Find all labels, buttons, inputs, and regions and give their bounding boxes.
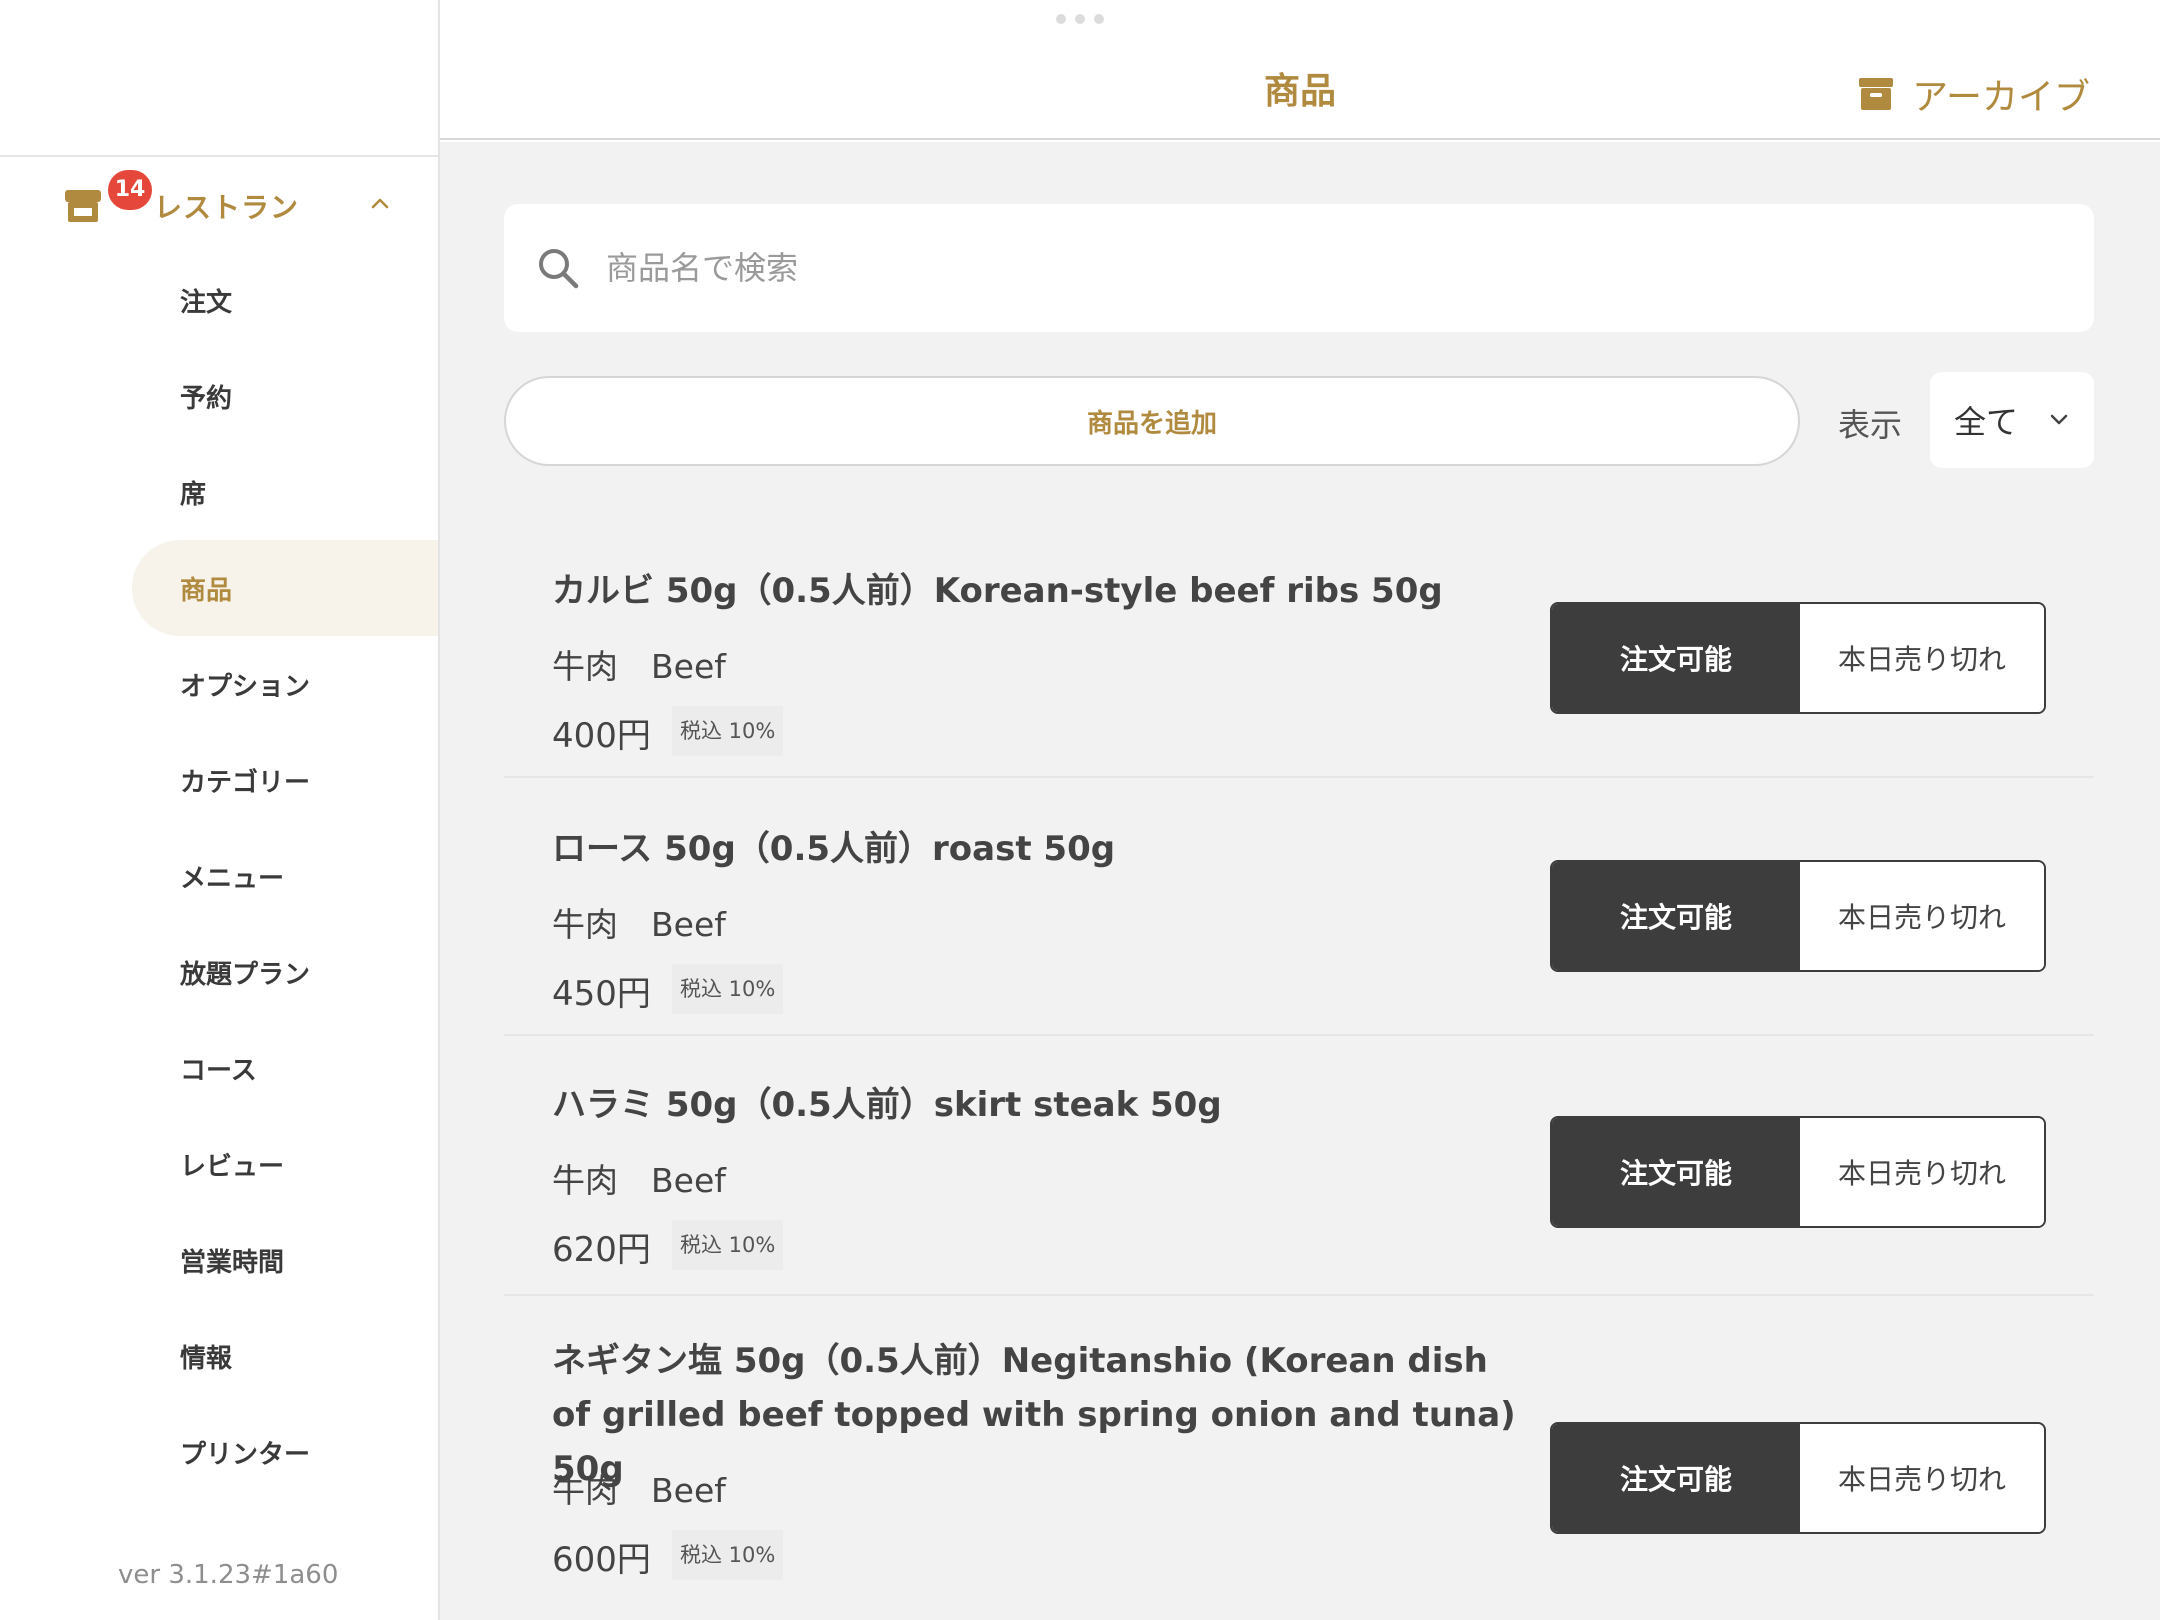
chevron-up-icon (371, 198, 389, 209)
product-row[interactable]: カルビ 50g（0.5人前）Korean-style beef ribs 50g… (504, 516, 2094, 778)
availability-toggle: 注文可能 本日売り切れ (1550, 860, 2046, 972)
search-input[interactable] (606, 249, 2006, 287)
available-button[interactable]: 注文可能 (1552, 604, 1800, 712)
sidebar-group-restaurant[interactable]: 14 レストラン (0, 160, 438, 246)
product-category: 牛肉 Beef (552, 1161, 726, 1200)
sidebar-item-label: 注文 (180, 287, 233, 318)
display-filter-select[interactable]: 全て (1930, 372, 2094, 468)
store-icon (65, 190, 101, 222)
sidebar-item-label: オプション (180, 671, 311, 702)
availability-toggle: 注文可能 本日売り切れ (1550, 602, 2046, 714)
filter-value: 全て (1954, 403, 2019, 441)
product-name: カルビ 50g（0.5人前）Korean-style beef ribs 50g (552, 571, 1443, 611)
product-price: 620円 (552, 1230, 651, 1270)
sidebar-item-label: メニュー (180, 863, 285, 894)
sidebar-item-all-you-can-plans[interactable]: 放題プラン (132, 924, 438, 1020)
sidebar-item-seats[interactable]: 席 (132, 444, 438, 540)
available-button[interactable]: 注文可能 (1552, 1118, 1800, 1226)
sold-out-today-button[interactable]: 本日売り切れ (1800, 862, 2044, 970)
sidebar-item-business-hours[interactable]: 営業時間 (132, 1212, 438, 1308)
chevron-down-icon (2050, 414, 2068, 425)
availability-toggle: 注文可能 本日売り切れ (1550, 1116, 2046, 1228)
product-category: 牛肉 Beef (552, 647, 726, 686)
product-name: ハラミ 50g（0.5人前）skirt steak 50g (552, 1085, 1222, 1125)
notification-badge: 14 (108, 170, 152, 210)
sidebar-item-reservations[interactable]: 予約 (132, 348, 438, 444)
sidebar-divider (0, 155, 438, 157)
add-product-button[interactable]: 商品を追加 (504, 376, 1800, 466)
availability-toggle: 注文可能 本日売り切れ (1550, 1422, 2046, 1534)
available-button[interactable]: 注文可能 (1552, 862, 1800, 970)
sidebar-item-label: コース (180, 1055, 257, 1086)
product-price: 600円 (552, 1540, 651, 1580)
product-price: 400円 (552, 716, 651, 756)
product-category: 牛肉 Beef (552, 905, 726, 944)
tax-badge: 税込 10% (672, 706, 784, 756)
sidebar-item-label: カテゴリー (180, 767, 311, 798)
product-row[interactable]: ハラミ 50g（0.5人前）skirt steak 50g 牛肉 Beef 62… (504, 1036, 2094, 1296)
tax-badge: 税込 10% (672, 964, 784, 1014)
product-price: 450円 (552, 974, 651, 1014)
sidebar-item-courses[interactable]: コース (132, 1020, 438, 1116)
main-content: 商品を追加 表示 全て カルビ 50g（0.5人前）Korean-style b… (440, 142, 2160, 1620)
sidebar-item-label: 情報 (180, 1343, 233, 1374)
sidebar-item-label: 予約 (180, 383, 233, 414)
sidebar-item-label: 営業時間 (180, 1247, 285, 1278)
sidebar-group-label: レストラン (154, 191, 300, 224)
sidebar-item-orders[interactable]: 注文 (132, 252, 438, 348)
add-product-label: 商品を追加 (1086, 408, 1217, 439)
sidebar-item-info[interactable]: 情報 (132, 1308, 438, 1404)
sidebar-item-reviews[interactable]: レビュー (132, 1116, 438, 1212)
drag-handle-icon[interactable] (1056, 14, 1104, 26)
sidebar: 14 レストラン 注文 予約 席 商品 オプション カテゴリー メニュー 放題プ… (0, 0, 440, 1620)
sold-out-today-button[interactable]: 本日売り切れ (1800, 1424, 2044, 1532)
product-category: 牛肉 Beef (552, 1471, 726, 1510)
tax-badge: 税込 10% (672, 1220, 784, 1270)
sidebar-item-options[interactable]: オプション (132, 636, 438, 732)
product-row[interactable]: ロース 50g（0.5人前）roast 50g 牛肉 Beef 450円 税込 … (504, 778, 2094, 1036)
sidebar-item-menus[interactable]: メニュー (132, 828, 438, 924)
sidebar-item-label: 席 (180, 479, 207, 510)
sidebar-item-label: プリンター (180, 1439, 311, 1470)
top-bar: 商品 アーカイブ (440, 0, 2160, 140)
tax-badge: 税込 10% (672, 1530, 784, 1580)
sold-out-today-button[interactable]: 本日売り切れ (1800, 1118, 2044, 1226)
app-version: ver 3.1.23#1a60 (118, 1560, 339, 1590)
archive-label: アーカイブ (1912, 77, 2090, 118)
sidebar-item-products[interactable]: 商品 (132, 540, 438, 636)
sold-out-today-button[interactable]: 本日売り切れ (1800, 604, 2044, 712)
sidebar-item-categories[interactable]: カテゴリー (132, 732, 438, 828)
search-icon (539, 249, 579, 289)
sidebar-item-label: 商品 (180, 575, 233, 606)
product-name: ロース 50g（0.5人前）roast 50g (552, 829, 1116, 869)
product-row[interactable]: ネギタン塩 50g（0.5人前）Negitanshio (Korean dish… (504, 1296, 2094, 1620)
filter-label: 表示 (1838, 406, 1903, 444)
sidebar-item-label: 放題プラン (180, 959, 311, 990)
available-button[interactable]: 注文可能 (1552, 1424, 1800, 1532)
archive-icon (1859, 78, 1894, 110)
sidebar-item-printers[interactable]: プリンター (132, 1404, 438, 1500)
sidebar-item-label: レビュー (180, 1151, 285, 1182)
archive-button[interactable]: アーカイブ (1858, 68, 2090, 120)
search-bar[interactable] (504, 204, 2094, 332)
